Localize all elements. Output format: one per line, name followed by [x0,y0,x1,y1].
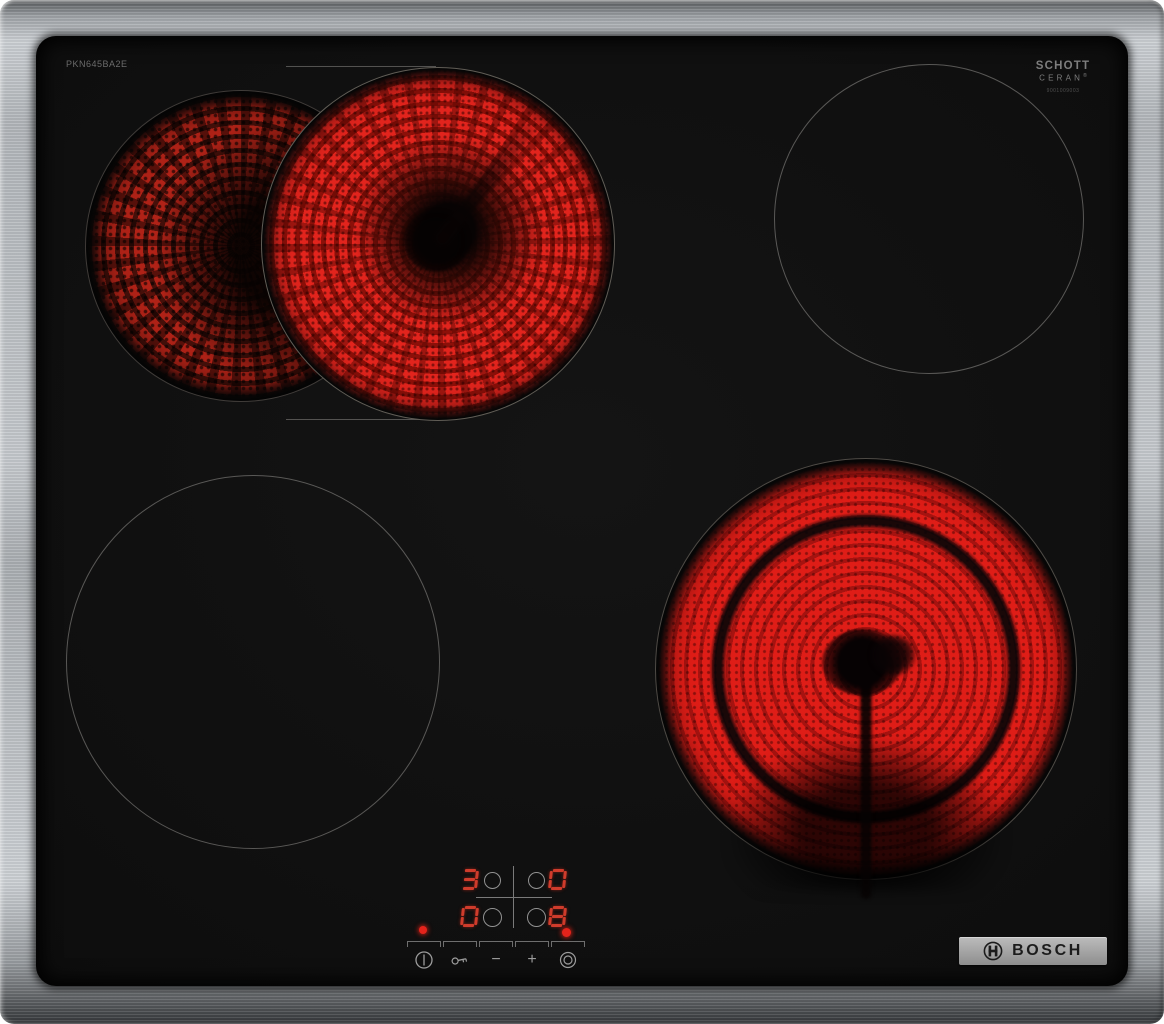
schott-logo-line1: SCHOTT [1031,60,1095,72]
zone-indicator-dot [527,908,546,927]
schott-logo-line2: CERAN® [1031,73,1095,83]
registered-mark: ® [1083,73,1087,79]
display-digit-front-right [548,906,567,927]
power-icon [414,950,434,970]
sensor-swirl-shadow [871,635,915,675]
schott-ceran-logo: SCHOTT CERAN® 9001009003 [1031,60,1095,94]
display-digit-rear-right [548,869,567,890]
cooktop-photo: PKN645BA2E SCHOTT CERAN® 9001009003 [0,0,1164,1024]
display-divider-horizontal [476,897,552,898]
glass-code-label: 9001009003 [1031,88,1095,94]
plus-icon: + [527,952,536,968]
dual-circuit-button[interactable] [551,941,585,973]
bosch-brand-badge: BOSCH [959,937,1107,965]
sensor-stem-shadow [861,669,872,899]
ceramic-glass-surface: PKN645BA2E SCHOTT CERAN® 9001009003 [36,36,1128,986]
indicator-led-left [419,926,427,934]
bosch-wordmark: BOSCH [1012,942,1083,960]
zone-indicator-dot [528,872,545,889]
zone-indicator-dot [483,908,502,927]
touch-control-strip: − + [407,941,585,973]
bosch-anchor-icon [983,941,1003,961]
roaster-zone-outline-top [286,66,436,67]
decrease-button[interactable]: − [479,941,513,973]
child-lock-button[interactable] [443,941,477,973]
key-icon [450,952,470,967]
heater-filament-shadow [432,121,536,248]
display-digit-front-left [460,906,479,927]
burner-front-right [655,458,1077,880]
power-button[interactable] [407,941,441,973]
burner-front-left [66,475,440,849]
minus-icon: − [491,952,500,968]
model-number-label: PKN645BA2E [66,59,128,69]
display-digit-rear-left [460,869,479,890]
burner-rear-left-main-circuit [261,67,615,421]
dual-zone-icon [558,950,578,970]
burner-rear-right [774,64,1084,374]
zone-indicator-dot [484,872,501,889]
indicator-led-right [562,928,571,937]
increase-button[interactable]: + [515,941,549,973]
